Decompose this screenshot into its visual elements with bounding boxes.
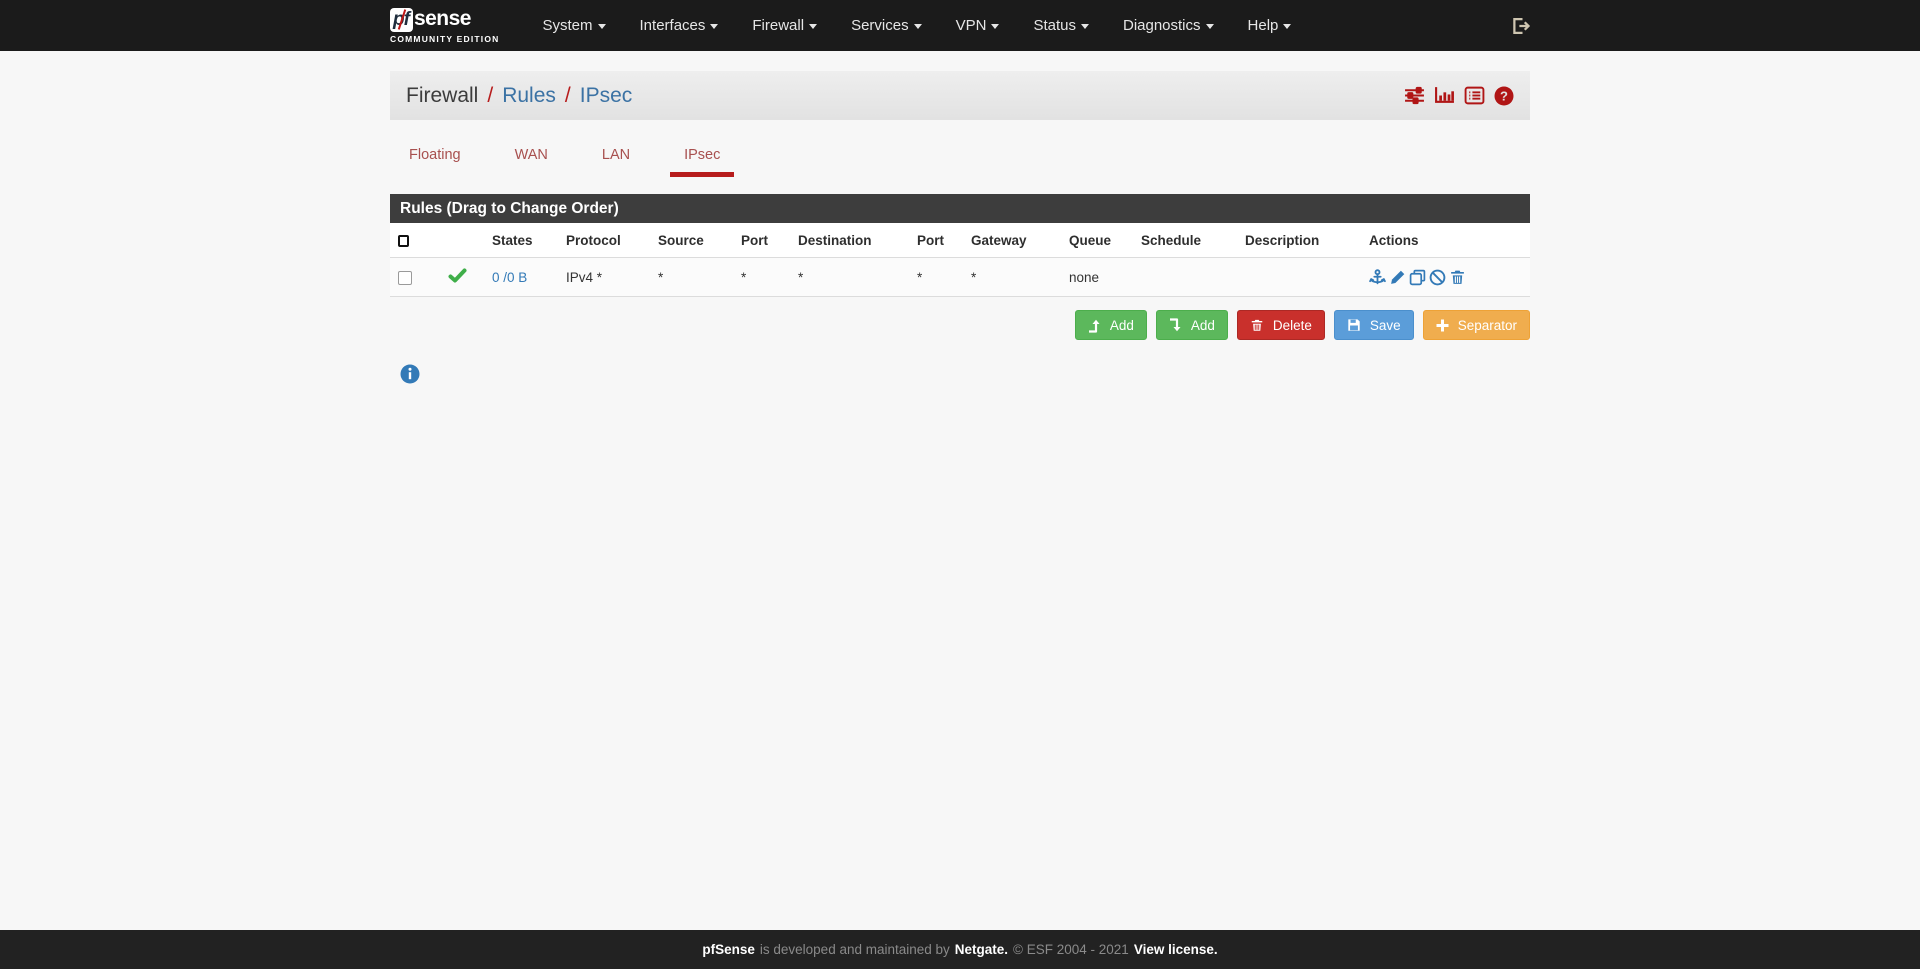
breadcrumb-link-rules[interactable]: Rules [502, 84, 556, 108]
footer-brand: pfSense [702, 942, 755, 957]
col-protocol: Protocol [558, 223, 650, 258]
info-icon[interactable] [400, 364, 420, 384]
filter-sliders-icon[interactable] [1404, 86, 1425, 105]
level-up-arrow-icon [1088, 318, 1101, 333]
rule-queue: none [1061, 257, 1133, 297]
rule-source-port: * [733, 257, 790, 297]
chevron-down-icon [1205, 23, 1214, 29]
tab-lan[interactable]: LAN [588, 135, 644, 177]
copy-icon[interactable] [1409, 269, 1426, 286]
separator-button-label: Separator [1457, 317, 1517, 333]
main-menu: System Interfaces Firewall Services VPN … [526, 1, 1309, 50]
rule-description [1237, 257, 1361, 297]
chevron-down-icon [710, 23, 719, 29]
save-button-label: Save [1369, 317, 1401, 333]
rules-header-row: States Protocol Source Port Destination … [390, 223, 1530, 258]
disable-ban-icon[interactable] [1429, 269, 1446, 286]
save-button[interactable]: Save [1333, 310, 1414, 340]
rule-destination: * [790, 257, 909, 297]
trash-icon [1250, 318, 1264, 333]
menu-item-interfaces[interactable]: Interfaces [623, 1, 736, 50]
chevron-down-icon [991, 23, 1000, 29]
top-navbar: pf sense COMMUNITY EDITION System Interf… [0, 0, 1920, 51]
help-icon[interactable]: ? [1494, 86, 1514, 106]
delete-button-label: Delete [1272, 317, 1312, 333]
log-list-icon[interactable] [1464, 86, 1485, 105]
menu-item-help[interactable]: Help [1231, 1, 1309, 50]
rules-table: States Protocol Source Port Destination … [390, 223, 1530, 297]
add-button-label: Add [1190, 317, 1215, 333]
breadcrumb-separator: / [487, 83, 494, 107]
breadcrumb: Firewall / Rules / IPsec [406, 84, 632, 108]
delete-button[interactable]: Delete [1236, 310, 1325, 340]
pfsense-logo[interactable]: pf sense COMMUNITY EDITION [390, 7, 500, 44]
rules-panel-title: Rules (Drag to Change Order) [390, 194, 1530, 223]
col-actions: Actions [1361, 223, 1530, 258]
col-source: Source [650, 223, 733, 258]
plus-icon [1436, 319, 1449, 332]
breadcrumb-link-ipsec[interactable]: IPsec [580, 84, 633, 108]
pfsense-logo-pf: pf [390, 8, 413, 32]
svg-text:?: ? [1500, 88, 1508, 103]
col-source-port: Port [733, 223, 790, 258]
col-description: Description [1237, 223, 1361, 258]
col-gateway: Gateway [963, 223, 1061, 258]
separator-button[interactable]: Separator [1422, 310, 1530, 340]
edit-pencil-icon[interactable] [1389, 269, 1406, 286]
add-button-label: Add [1109, 317, 1134, 333]
menu-item-firewall[interactable]: Firewall [735, 1, 834, 50]
footer-license-link[interactable]: View license. [1134, 942, 1218, 957]
pfsense-logo-edition: COMMUNITY EDITION [390, 34, 500, 44]
interface-tabs: Floating WAN LAN IPsec [390, 135, 1530, 177]
footer-netgate-link[interactable]: Netgate. [955, 942, 1008, 957]
chevron-down-icon [597, 23, 606, 29]
rule-row[interactable]: 0 /0 B IPv4 * * * * * * none [390, 257, 1530, 297]
rule-gateway: * [963, 257, 1061, 297]
menu-item-system[interactable]: System [526, 1, 623, 50]
rule-actions [1369, 268, 1522, 286]
breadcrumb-separator: / [564, 83, 571, 107]
rules-panel: Rules (Drag to Change Order) States Prot… [390, 194, 1530, 297]
rule-states-link[interactable]: 0 /0 B [492, 270, 527, 285]
tab-ipsec[interactable]: IPsec [670, 135, 735, 177]
chevron-down-icon [913, 23, 922, 29]
col-status [440, 223, 484, 258]
status-chart-icon[interactable] [1434, 86, 1455, 105]
level-down-arrow-icon [1169, 317, 1182, 333]
anchor-icon[interactable] [1369, 268, 1386, 286]
tab-floating[interactable]: Floating [395, 135, 475, 177]
chevron-down-icon [1283, 23, 1292, 29]
rule-destination-port: * [909, 257, 963, 297]
col-states: States [484, 223, 558, 258]
chevron-down-icon [1080, 23, 1089, 29]
rule-checkbox[interactable] [398, 270, 412, 285]
select-all-checkbox[interactable] [398, 235, 409, 248]
chevron-down-icon [809, 23, 818, 29]
menu-item-vpn[interactable]: VPN [939, 1, 1017, 50]
footer-copyright: © ESF 2004 - 2021 [1013, 942, 1129, 957]
rule-protocol: IPv4 * [558, 257, 650, 297]
col-destination-port: Port [909, 223, 963, 258]
col-destination: Destination [790, 223, 909, 258]
menu-item-status[interactable]: Status [1016, 1, 1106, 50]
breadcrumb-section: Firewall [406, 83, 479, 107]
tab-wan[interactable]: WAN [501, 135, 562, 177]
add-rule-bottom-button[interactable]: Add [1155, 310, 1228, 340]
menu-item-diagnostics[interactable]: Diagnostics [1106, 1, 1231, 50]
floppy-save-icon [1347, 318, 1361, 332]
pfsense-logo-sense: sense [413, 7, 472, 30]
sign-out-icon[interactable] [1510, 16, 1530, 36]
rule-enabled-check-icon[interactable] [448, 268, 467, 283]
footer: pfSense is developed and maintained by N… [0, 930, 1920, 969]
menu-item-services[interactable]: Services [834, 1, 939, 50]
add-rule-top-button[interactable]: Add [1074, 310, 1147, 340]
col-schedule: Schedule [1133, 223, 1237, 258]
delete-trash-icon[interactable] [1449, 269, 1466, 286]
rule-source: * [650, 257, 733, 297]
footer-text: is developed and maintained by [759, 942, 950, 957]
col-queue: Queue [1061, 223, 1133, 258]
rules-action-buttons: Add Add Delete Save Separator [390, 310, 1530, 340]
rule-schedule [1133, 257, 1237, 297]
page-header: Firewall / Rules / IPsec ? [390, 71, 1530, 120]
